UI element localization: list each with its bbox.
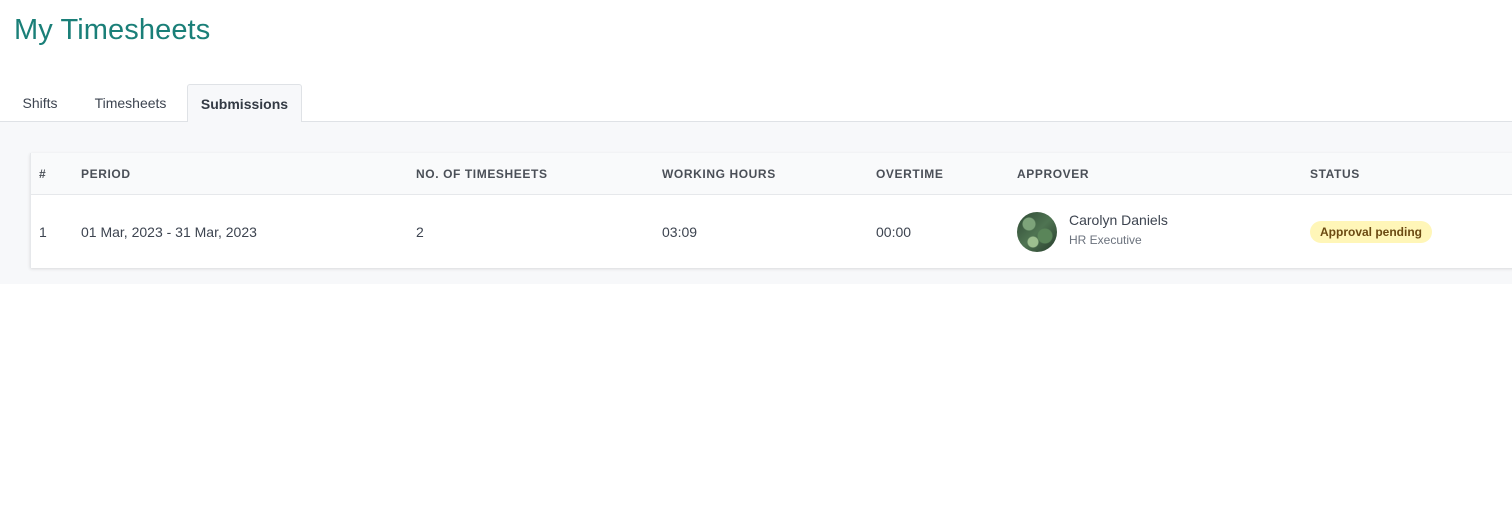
tab-shifts[interactable]: Shifts [8,84,72,122]
approver-role: HR Executive [1069,233,1142,247]
tab-bar: Shifts Timesheets Submissions [0,84,1512,123]
status-badge: Approval pending [1310,220,1432,243]
column-header-approver: APPROVER [1017,167,1090,181]
column-header-period: PERIOD [81,167,131,181]
column-header-number: # [39,167,47,181]
row-status: Approval pending [1310,195,1432,268]
row-number: 1 [39,223,47,240]
column-header-working-hours: WORKING HOURS [662,167,776,181]
column-header-status: STATUS [1310,167,1360,181]
row-approver: Carolyn Daniels HR Executive [1017,195,1168,268]
tab-timesheets[interactable]: Timesheets [80,84,181,122]
table-header: # PERIOD NO. OF TIMESHEETS WORKING HOURS… [31,153,1512,195]
row-timesheet-count: 2 [416,223,424,240]
column-header-timesheets: NO. OF TIMESHEETS [416,167,548,181]
submissions-table: # PERIOD NO. OF TIMESHEETS WORKING HOURS… [30,153,1512,268]
row-period: 01 Mar, 2023 - 31 Mar, 2023 [81,223,257,240]
row-working-hours: 03:09 [662,223,698,240]
page-title: My Timesheets [14,14,211,46]
submissions-panel: # PERIOD NO. OF TIMESHEETS WORKING HOURS… [0,122,1512,284]
approver-name: Carolyn Daniels [1069,212,1168,228]
tab-submissions[interactable]: Submissions [187,84,302,123]
avatar [1017,211,1057,252]
row-overtime: 00:00 [876,223,912,240]
column-header-overtime: OVERTIME [876,167,944,181]
